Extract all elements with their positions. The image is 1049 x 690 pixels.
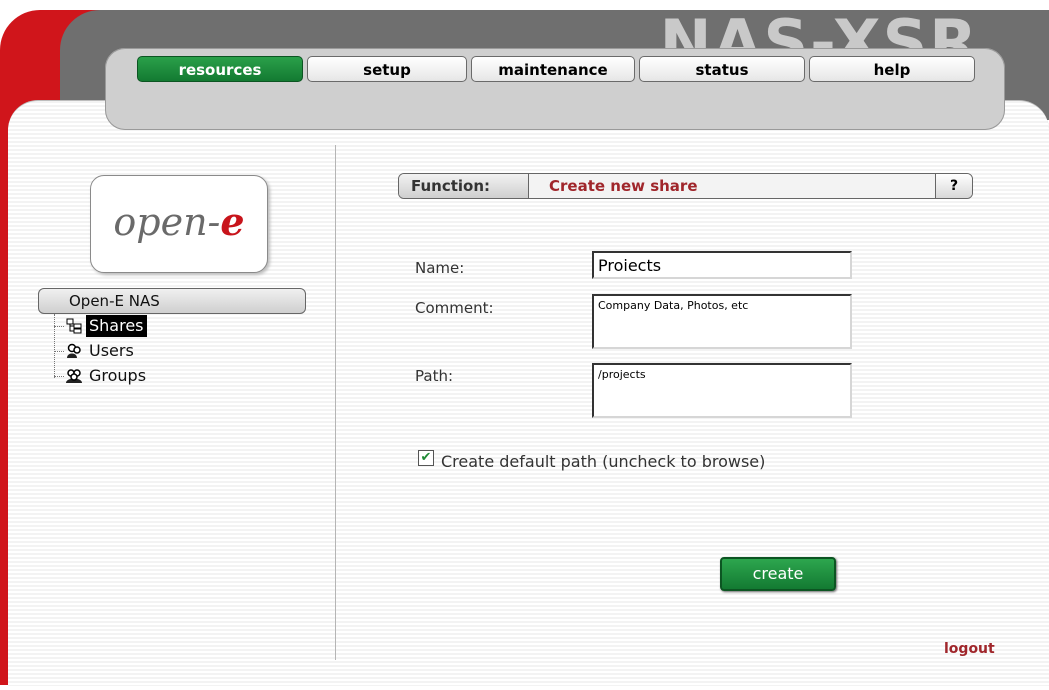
function-value: Create new share [549, 177, 698, 195]
comment-label: Comment: [415, 299, 494, 317]
tree-item-label: Shares [86, 315, 147, 337]
tree-item-label: Groups [89, 366, 147, 385]
tree-item-shares[interactable]: Shares [54, 315, 147, 337]
app-window: NAS-XSR resources setup maintenance stat… [0, 0, 1049, 690]
path-field[interactable]: /projects [592, 363, 852, 418]
function-bar: Function: Create new share ? [398, 173, 973, 199]
tree-item-label: Users [89, 341, 134, 360]
shares-icon [66, 318, 82, 334]
logout-link[interactable]: logout [944, 641, 995, 657]
path-label: Path: [415, 367, 454, 385]
help-button[interactable]: ? [935, 174, 972, 198]
open-e-logo: open-e [90, 175, 268, 273]
default-path-checkbox-label: Create default path (uncheck to browse) [441, 452, 766, 471]
tree-root-open-e-nas[interactable]: Open-E NAS [38, 288, 306, 314]
tree-item-users[interactable]: Users [54, 340, 137, 362]
logo-text: open-e [113, 199, 245, 245]
tab-setup[interactable]: setup [307, 56, 467, 82]
tab-help[interactable]: help [809, 56, 975, 82]
tab-status[interactable]: status [639, 56, 805, 82]
tab-resources[interactable]: resources [137, 56, 303, 82]
main-nav: resources setup maintenance status help [105, 48, 1005, 130]
tab-maintenance[interactable]: maintenance [471, 56, 635, 82]
panel-divider [335, 145, 336, 660]
groups-icon [66, 368, 82, 384]
name-field[interactable]: Proiects [592, 251, 852, 279]
tree-item-groups[interactable]: Groups [54, 365, 149, 387]
users-icon [66, 343, 82, 359]
name-label: Name: [415, 259, 465, 277]
nav-tabs: resources setup maintenance status help [137, 56, 979, 84]
function-label: Function: [399, 174, 529, 198]
comment-field[interactable]: Company Data, Photos, etc [592, 294, 852, 349]
create-button[interactable]: create [720, 557, 836, 591]
default-path-checkbox[interactable]: ✔ [418, 450, 434, 466]
